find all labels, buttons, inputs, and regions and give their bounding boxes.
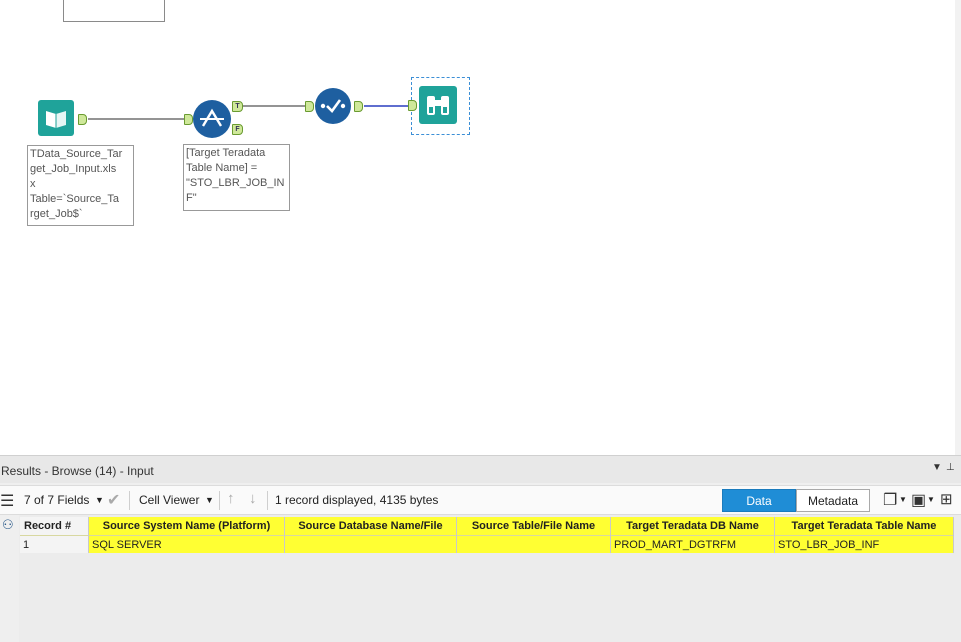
tab-data[interactable]: Data — [722, 489, 796, 512]
cell-viewer-selector[interactable]: Cell Viewer — [139, 493, 199, 507]
sort-up-icon[interactable]: ↑ — [227, 490, 235, 507]
filter-false-anchor[interactable]: F — [232, 124, 243, 135]
table-cell[interactable] — [284, 535, 457, 553]
table-cell[interactable]: 1 — [20, 535, 89, 553]
panel-menu-icon[interactable]: ▼ — [932, 462, 942, 473]
table-cell[interactable]: STO_LBR_JOB_INF — [774, 535, 954, 553]
results-title-bar: Results - Browse (14) - Input ▼ ⊥ — [0, 455, 961, 483]
toolbar-separator — [129, 491, 130, 510]
fields-selector[interactable]: 7 of 7 Fields — [24, 493, 89, 507]
filter-annotation: [Target Teradata Table Name] = "STO_LBR_… — [183, 144, 290, 211]
apply-check-icon[interactable]: ✔ — [107, 490, 120, 510]
col-header[interactable]: Source System Name (Platform) — [88, 517, 285, 536]
col-header[interactable]: Target Teradata Table Name — [774, 517, 954, 536]
table-cell[interactable]: SQL SERVER — [88, 535, 285, 553]
results-title: Results - Browse (14) - Input — [1, 464, 154, 478]
input-output-anchor[interactable] — [78, 114, 87, 125]
workflow-canvas[interactable]: TData_Source_Tar get_Job_Input.xls x Tab… — [0, 0, 961, 455]
copy-dropdown-icon[interactable]: ▼ — [899, 495, 907, 504]
cell-viewer-dropdown-icon[interactable]: ▼ — [205, 495, 214, 505]
table-row[interactable]: 1 SQL SERVER PROD_MART_DGTRFM STO_LBR_JO… — [20, 535, 954, 553]
save-icon[interactable]: ▣ — [911, 490, 926, 510]
col-header[interactable]: Source Database Name/File — [284, 517, 457, 536]
binoculars-icon[interactable] — [419, 86, 459, 126]
col-header[interactable]: Source Table/File Name — [456, 517, 611, 536]
record-status: 1 record displayed, 4135 bytes — [275, 493, 439, 507]
input-data-icon[interactable] — [37, 99, 77, 139]
filter-icon[interactable] — [192, 99, 232, 139]
copy-icon[interactable]: ❐ — [883, 490, 897, 510]
sort-down-icon[interactable]: ↓ — [249, 490, 257, 507]
select-output-anchor[interactable] — [354, 101, 363, 112]
fields-dropdown-icon[interactable]: ▼ — [95, 495, 104, 505]
grid-header-row: Record # Source System Name (Platform) S… — [20, 517, 954, 536]
canvas-scrollbar[interactable] — [955, 0, 961, 455]
save-dropdown-icon[interactable]: ▼ — [927, 495, 935, 504]
results-toolbar: ☰ 7 of 7 Fields ▼ ✔ Cell Viewer ▼ ↑ ↓ 1 … — [0, 485, 961, 515]
tab-metadata[interactable]: Metadata — [796, 489, 870, 512]
col-header[interactable]: Target Teradata DB Name — [610, 517, 775, 536]
input-annotation: TData_Source_Tar get_Job_Input.xls x Tab… — [27, 145, 134, 226]
binoculars-small-icon: ⚇ — [2, 517, 14, 532]
list-view-icon[interactable]: ☰ — [0, 491, 14, 511]
grid-side-strip: ⚇ — [0, 515, 19, 642]
expand-icon[interactable]: ⊞ — [940, 490, 953, 508]
toolbar-separator — [267, 491, 268, 510]
col-header[interactable]: Record # — [20, 517, 89, 536]
table-cell[interactable]: PROD_MART_DGTRFM — [610, 535, 775, 553]
connections — [88, 105, 408, 120]
toolbar-separator — [219, 491, 220, 510]
select-icon[interactable] — [313, 87, 353, 127]
browse-input-anchor[interactable] — [408, 100, 417, 111]
filter-true-anchor[interactable]: T — [232, 101, 243, 112]
results-panel: Results - Browse (14) - Input ▼ ⊥ ☰ 7 of… — [0, 455, 961, 642]
pin-icon[interactable]: ⊥ — [946, 462, 955, 473]
table-cell[interactable] — [456, 535, 611, 553]
results-grid: Record # Source System Name (Platform) S… — [20, 517, 954, 553]
